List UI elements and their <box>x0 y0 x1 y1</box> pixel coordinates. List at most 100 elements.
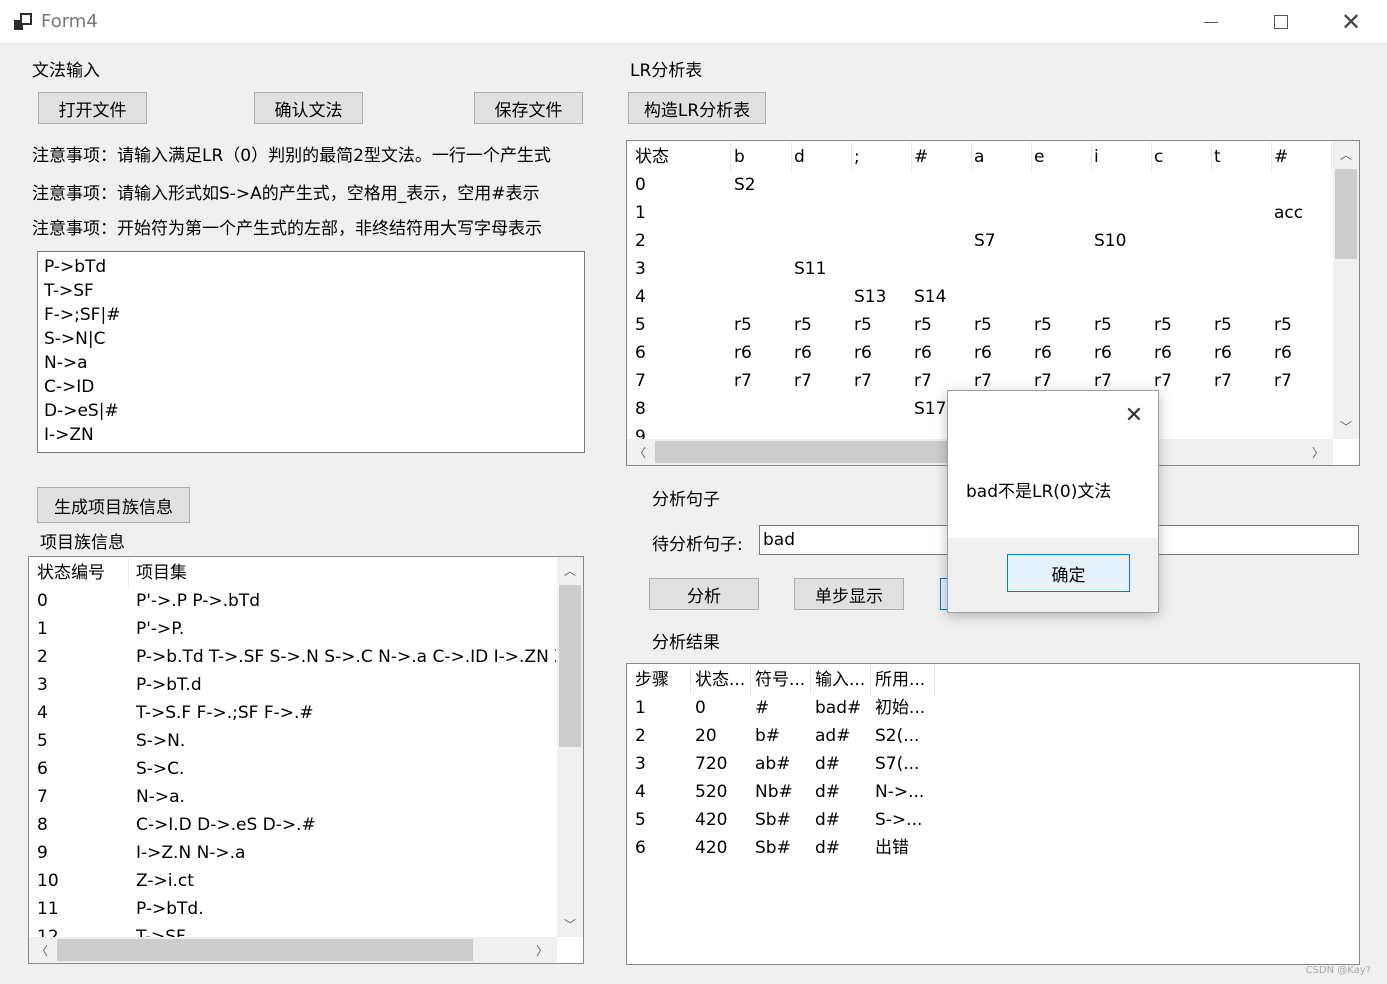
dialog-ok-button[interactable]: 确定 <box>1007 554 1130 592</box>
items-listview[interactable]: 状态编号 项目集 0 P'->.P P->.bTd 1 P'->P. 2 P->b.Td … <box>28 556 584 964</box>
result-header-cell[interactable]: 所用... <box>875 666 935 694</box>
table-cell <box>1154 171 1212 199</box>
analyze-button[interactable]: 分析 <box>649 578 759 610</box>
table-row[interactable]: 2 P->b.Td T->.SF S->.N S->.C N->.a C->.ID… <box>29 643 557 671</box>
table-cell <box>974 255 1032 283</box>
lr-header-cell[interactable]: ; <box>854 143 912 171</box>
note-1: 注意事项：请输入满足LR（0）判别的最简2型文法。一行一个产生式 <box>32 146 551 166</box>
result-header-cell[interactable]: 符号... <box>755 666 811 694</box>
items-vertical-scrollbar[interactable]: ︿ ﹀ <box>557 557 583 937</box>
lr-header-cell[interactable]: d <box>794 143 852 171</box>
table-cell <box>914 227 972 255</box>
table-row[interactable]: 11 P->bTd. <box>29 895 557 923</box>
table-row[interactable]: 8 C->I.D D->.eS D->.# <box>29 811 557 839</box>
lr-header-cell[interactable]: e <box>1034 143 1092 171</box>
close-icon[interactable]: ✕ <box>1316 0 1386 44</box>
table-row[interactable]: 9 I->Z.N N->.a <box>29 839 557 867</box>
table-cell <box>854 227 912 255</box>
table-row[interactable]: 5 r5 r5 r5 r5 r5 r5 r5 r5 r5 r5 <box>627 311 1333 339</box>
lr-header-cell[interactable]: b <box>734 143 792 171</box>
table-cell <box>734 283 792 311</box>
items-horizontal-scrollbar[interactable]: 〈 〉 <box>29 937 557 963</box>
lr-table-label: LR分析表 <box>630 61 703 81</box>
result-header-row: 步骤 状态... 符号... 输入... 所用... <box>627 666 1357 694</box>
minimize-icon[interactable] <box>1176 0 1246 44</box>
table-row[interactable]: 3 P->bT.d <box>29 671 557 699</box>
table-row[interactable]: 4 520 Nb# d# N->... <box>627 778 1357 806</box>
build-lr-table-button[interactable]: 构造LR分析表 <box>628 92 766 124</box>
table-cell: 7 <box>635 371 646 391</box>
result-listview[interactable]: 步骤 状态... 符号... 输入... 所用... 1 0 # bad# 初始... 2 20 b#… <box>626 663 1360 965</box>
table-cell: r5 <box>914 315 932 335</box>
table-cell <box>1154 255 1212 283</box>
scroll-down-icon[interactable]: ﹀ <box>557 911 583 937</box>
table-cell: # <box>755 698 770 718</box>
table-row[interactable]: 6 r6 r6 r6 r6 r6 r6 r6 r6 r6 r6 <box>627 339 1333 367</box>
table-cell: r5 <box>794 315 812 335</box>
lr-header-cell[interactable]: # <box>1274 143 1332 171</box>
scroll-thumb[interactable] <box>559 585 581 747</box>
scroll-up-icon[interactable]: ︿ <box>557 557 583 583</box>
lr-header-cell[interactable]: i <box>1094 143 1152 171</box>
table-cell: Sb# <box>755 810 791 830</box>
table-cell <box>1154 395 1212 423</box>
table-row[interactable]: 4 T->S.F F->.;SF F->.# <box>29 699 557 727</box>
step-display-button[interactable]: 单步显示 <box>794 578 904 610</box>
table-row[interactable]: 3 720 ab# d# S7(... <box>627 750 1357 778</box>
table-cell: r6 <box>1214 343 1232 363</box>
table-cell: Nb# <box>755 782 793 802</box>
scroll-left-icon[interactable]: 〈 <box>627 439 653 465</box>
analysis-result-label: 分析结果 <box>652 633 720 653</box>
generate-items-button[interactable]: 生成项目族信息 <box>37 487 190 523</box>
table-cell: S7(... <box>875 754 920 774</box>
table-row[interactable]: 3 S11 <box>627 255 1333 283</box>
maximize-icon[interactable] <box>1246 0 1316 44</box>
lr-header-row: 状态 b d; # a e i c t # <box>627 143 1333 171</box>
table-cell: 1 <box>635 698 646 718</box>
scroll-right-icon[interactable]: 〉 <box>1305 439 1331 465</box>
lr-header-cell[interactable]: a <box>974 143 1032 171</box>
table-row[interactable]: 0 P'->.P P->.bTd <box>29 587 557 615</box>
items-header-state[interactable]: 状态编号 <box>37 559 129 587</box>
table-cell: S2(... <box>875 726 920 746</box>
scroll-down-icon[interactable]: ﹀ <box>1333 413 1359 439</box>
confirm-grammar-button[interactable]: 确认文法 <box>254 92 363 124</box>
table-row[interactable]: 5 420 Sb# d# S->... <box>627 806 1357 834</box>
scroll-thumb[interactable] <box>57 939 473 961</box>
lr-vertical-scrollbar[interactable]: ︿ ﹀ <box>1333 141 1359 439</box>
open-file-button[interactable]: 打开文件 <box>38 92 147 124</box>
table-row[interactable]: 1 0 # bad# 初始... <box>627 694 1357 722</box>
table-row[interactable]: 5 S->N. <box>29 727 557 755</box>
lr-header-cell[interactable]: # <box>914 143 972 171</box>
table-row[interactable]: 1 P'->P. <box>29 615 557 643</box>
window-title: Form4 <box>41 11 98 32</box>
grammar-textarea[interactable]: P->bTd T->SF F->;SF|# S->N|C N->a C->ID … <box>37 251 585 453</box>
table-cell <box>1154 283 1212 311</box>
result-header-cell[interactable]: 状态... <box>695 666 751 694</box>
grammar-input-label: 文法输入 <box>32 61 100 81</box>
table-row[interactable]: 6 420 Sb# d# 出错 <box>627 834 1357 862</box>
table-row[interactable]: 1 acc <box>627 199 1333 227</box>
dialog-close-icon[interactable]: ✕ <box>1120 401 1148 429</box>
table-row[interactable]: 2 S7 S10 <box>627 227 1333 255</box>
lr-header-cell[interactable]: t <box>1214 143 1272 171</box>
table-row[interactable]: 6 S->C. <box>29 755 557 783</box>
lr-header-cell[interactable]: 状态 <box>635 143 731 171</box>
scroll-up-icon[interactable]: ︿ <box>1333 141 1359 167</box>
scroll-left-icon[interactable]: 〈 <box>29 937 55 963</box>
result-header-cell[interactable]: 输入... <box>815 666 871 694</box>
lr-header-cell[interactable]: c <box>1154 143 1212 171</box>
scroll-right-icon[interactable]: 〉 <box>529 937 555 963</box>
table-row[interactable]: 4 S13 S14 <box>627 283 1333 311</box>
table-cell: 9 <box>37 843 48 863</box>
scroll-thumb[interactable] <box>1335 169 1357 259</box>
table-row[interactable]: 2 20 b# ad# S2(... <box>627 722 1357 750</box>
items-header-set[interactable]: 项目集 <box>136 559 436 587</box>
items-header-row: 状态编号 项目集 <box>29 559 557 587</box>
table-row[interactable]: 7 N->a. <box>29 783 557 811</box>
table-row[interactable]: 0 S2 <box>627 171 1333 199</box>
table-row[interactable]: 10 Z->i.ct <box>29 867 557 895</box>
save-file-button[interactable]: 保存文件 <box>474 92 583 124</box>
table-cell: r7 <box>734 371 752 391</box>
result-header-cell[interactable]: 步骤 <box>635 666 691 694</box>
